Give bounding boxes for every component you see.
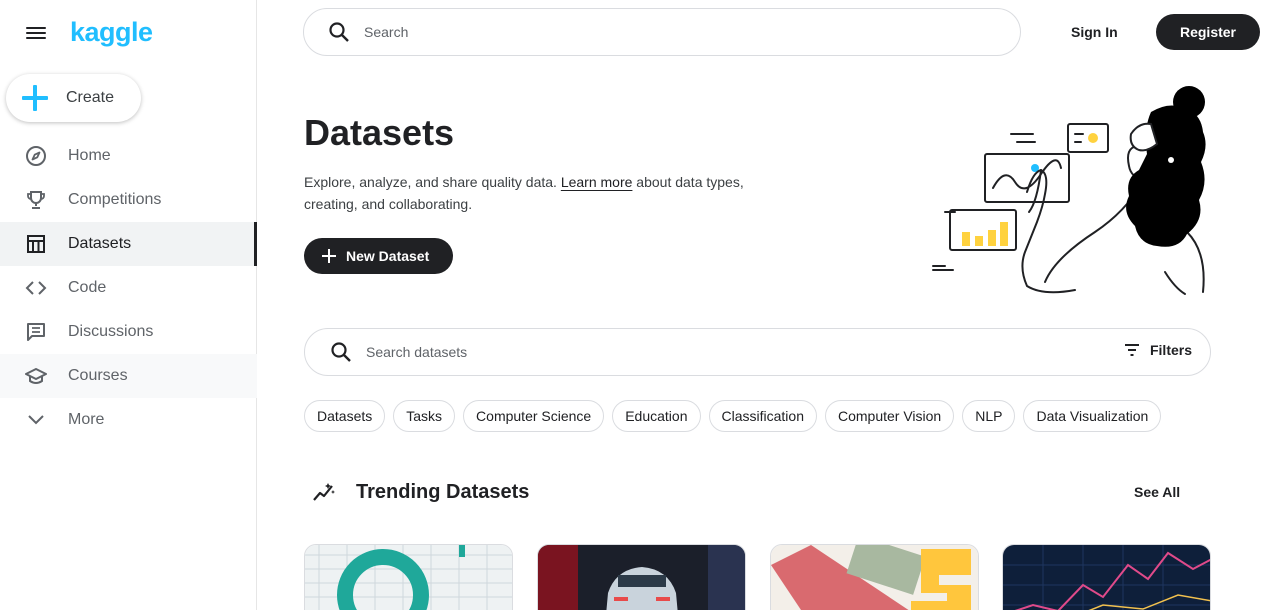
dataset-thumbnail bbox=[305, 545, 512, 610]
sidebar-item-label: More bbox=[68, 411, 105, 428]
filters-button[interactable]: Filters bbox=[1124, 342, 1192, 358]
filter-chips: Datasets Tasks Computer Science Educatio… bbox=[304, 400, 1169, 432]
dataset-search-placeholder: Search datasets bbox=[366, 344, 468, 360]
dataset-card[interactable] bbox=[770, 544, 979, 610]
sidebar-item-competitions[interactable]: Competitions bbox=[0, 178, 257, 222]
dataset-card[interactable] bbox=[537, 544, 746, 610]
learn-more-link[interactable]: Learn more bbox=[561, 174, 633, 190]
page-description: Explore, analyze, and share quality data… bbox=[304, 171, 784, 215]
sidebar-item-label: Courses bbox=[68, 367, 128, 384]
site-search-input[interactable]: Search bbox=[303, 8, 1021, 56]
chip-data-visualization[interactable]: Data Visualization bbox=[1023, 400, 1162, 432]
sign-in-button[interactable]: Sign In bbox=[1061, 16, 1128, 48]
chip-computer-vision[interactable]: Computer Vision bbox=[824, 400, 955, 432]
plus-icon bbox=[22, 85, 48, 111]
kaggle-logo[interactable]: kaggle bbox=[70, 17, 153, 48]
search-placeholder: Search bbox=[364, 24, 409, 40]
create-label: Create bbox=[66, 89, 115, 106]
chip-classification[interactable]: Classification bbox=[708, 400, 817, 432]
code-icon bbox=[24, 276, 48, 300]
search-icon bbox=[331, 342, 351, 362]
chip-datasets[interactable]: Datasets bbox=[304, 400, 386, 432]
chevron-down-icon bbox=[24, 408, 48, 432]
sidebar-item-label: Home bbox=[68, 147, 111, 164]
menu-icon[interactable] bbox=[24, 24, 48, 42]
sidebar-item-home[interactable]: Home bbox=[0, 134, 257, 178]
page-title: Datasets bbox=[304, 112, 455, 153]
comments-icon bbox=[24, 320, 48, 344]
sidebar-item-label: Code bbox=[68, 279, 107, 296]
search-icon bbox=[329, 22, 349, 42]
chip-computer-science[interactable]: Computer Science bbox=[463, 400, 605, 432]
dataset-thumbnail bbox=[771, 545, 978, 610]
create-button[interactable]: Create bbox=[6, 74, 141, 122]
new-dataset-button[interactable]: New Dataset bbox=[304, 238, 453, 274]
plus-icon bbox=[322, 249, 336, 263]
sidebar-nav: Home Competitions Datasets Code Discussi… bbox=[0, 134, 257, 442]
sidebar: kaggle Create Home Competitions Datasets bbox=[0, 0, 257, 610]
sidebar-item-courses[interactable]: Courses bbox=[0, 354, 257, 398]
filters-label: Filters bbox=[1149, 342, 1192, 358]
chip-nlp[interactable]: NLP bbox=[962, 400, 1016, 432]
compass-icon bbox=[24, 144, 48, 168]
hero-illustration bbox=[932, 86, 1206, 295]
section-title-trending: Trending Datasets bbox=[356, 481, 530, 503]
sidebar-item-code[interactable]: Code bbox=[0, 266, 257, 310]
trending-icon bbox=[313, 483, 335, 501]
new-dataset-label: New Dataset bbox=[346, 248, 430, 264]
school-icon bbox=[24, 364, 48, 388]
dataset-card[interactable] bbox=[304, 544, 513, 610]
dataset-thumbnail bbox=[1003, 545, 1210, 610]
dataset-search-input[interactable]: Search datasets Filters bbox=[304, 328, 1211, 376]
sidebar-item-label: Datasets bbox=[68, 235, 132, 252]
sidebar-item-more[interactable]: More bbox=[0, 398, 257, 442]
chip-education[interactable]: Education bbox=[612, 400, 701, 432]
see-all-link[interactable]: See All bbox=[1134, 484, 1180, 500]
sidebar-item-label: Competitions bbox=[68, 191, 162, 208]
dataset-card[interactable] bbox=[1002, 544, 1211, 610]
sidebar-item-discussions[interactable]: Discussions bbox=[0, 310, 257, 354]
register-button[interactable]: Register bbox=[1156, 14, 1260, 50]
trophy-icon bbox=[24, 188, 48, 212]
sidebar-item-label: Discussions bbox=[68, 323, 154, 340]
dataset-thumbnail bbox=[538, 545, 745, 610]
filter-icon bbox=[1124, 344, 1139, 356]
description-text: Explore, analyze, and share quality data… bbox=[304, 174, 561, 190]
table-icon bbox=[24, 232, 48, 256]
chip-tasks[interactable]: Tasks bbox=[393, 400, 456, 432]
sidebar-item-datasets[interactable]: Datasets bbox=[0, 222, 257, 266]
